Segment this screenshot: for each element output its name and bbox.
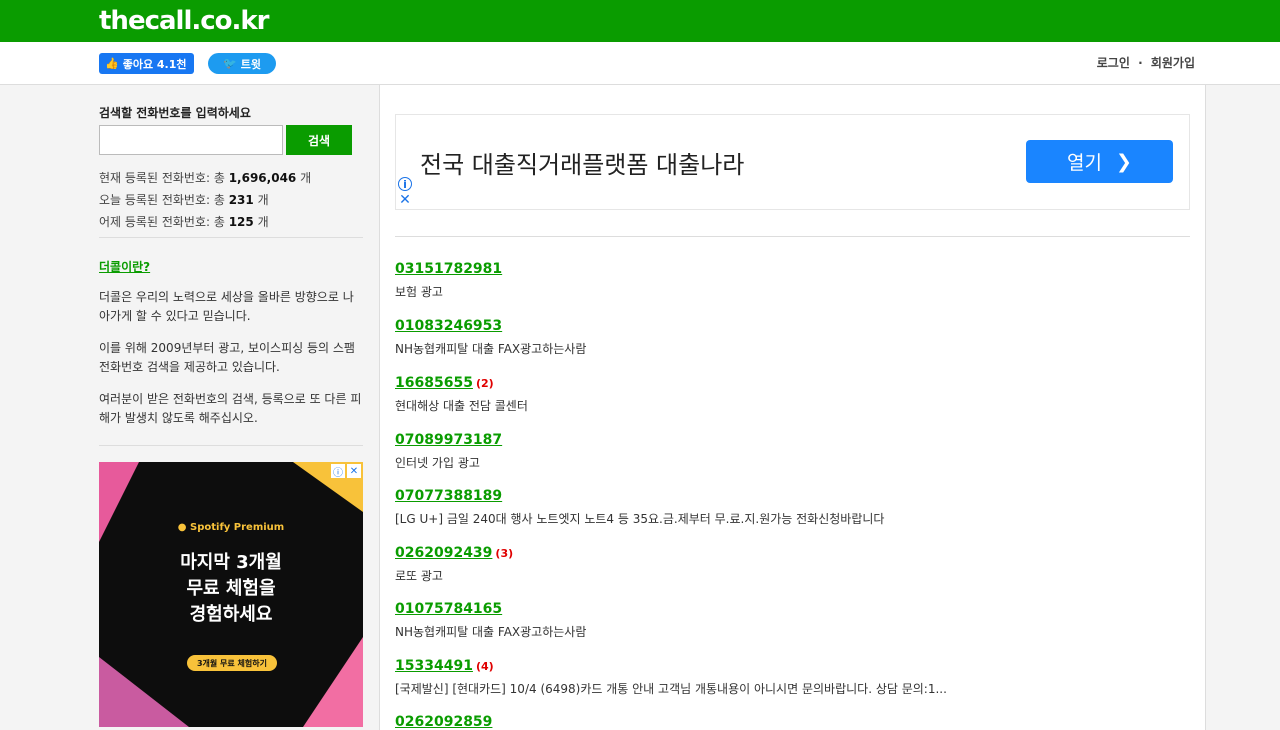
report-count: (4) bbox=[475, 660, 494, 673]
ad-cta-button[interactable]: 3개월 무료 체험하기 bbox=[187, 655, 277, 671]
auth-links: 로그인 · 회원가입 bbox=[1097, 54, 1195, 71]
phone-number-link[interactable]: 16685655 bbox=[395, 375, 473, 391]
stat-today-suffix: 개 bbox=[253, 193, 269, 207]
search-button[interactable]: 검색 bbox=[286, 125, 352, 155]
list-item: 03151782981 보험 광고 bbox=[395, 261, 1190, 300]
stat-yesterday-prefix: 어제 등록된 전화번호: 총 bbox=[99, 215, 229, 229]
entry-description: 보험 광고 bbox=[395, 285, 443, 299]
about-paragraph-2: 이를 위해 2009년부터 광고, 보이스피싱 등의 스팸 전화번호 검색을 제… bbox=[99, 341, 355, 374]
ad-decoration bbox=[303, 637, 363, 727]
phone-number-link[interactable]: 01083246953 bbox=[395, 318, 502, 334]
ad-close-icon[interactable]: ✕ bbox=[398, 192, 412, 208]
stat-total: 현재 등록된 전화번호: 총 1,696,046 개 bbox=[99, 169, 311, 186]
ad-info-icon[interactable]: i bbox=[398, 177, 412, 191]
entry-description: 현대해상 대출 전담 콜센터 bbox=[395, 399, 528, 413]
stat-yesterday: 어제 등록된 전화번호: 총 125 개 bbox=[99, 213, 269, 230]
phone-number-link[interactable]: 01075784165 bbox=[395, 601, 502, 617]
phone-number-link[interactable]: 03151782981 bbox=[395, 261, 502, 277]
like-label: 좋아요 4.1천 bbox=[122, 57, 187, 71]
ad-title: 전국 대출직거래플랫폼 대출나라 bbox=[420, 151, 745, 179]
auth-separator: · bbox=[1138, 56, 1143, 70]
spotify-icon: ● bbox=[177, 522, 187, 533]
phone-number-link[interactable]: 07077388189 bbox=[395, 488, 502, 504]
phone-number-link[interactable]: 0262092859 bbox=[395, 714, 492, 730]
report-count: (2) bbox=[475, 377, 494, 390]
top-ad-banner[interactable]: 전국 대출직거래플랫폼 대출나라 열기 ❯ i ✕ bbox=[395, 114, 1190, 210]
list-item: 15334491 (4) [국제발신] [현대카드] 10/4 (6498)카드 … bbox=[395, 658, 1190, 697]
sidebar-divider bbox=[99, 445, 363, 446]
ad-close-icon[interactable]: ✕ bbox=[347, 464, 361, 478]
facebook-like-button[interactable]: 👍 좋아요 4.1천 bbox=[99, 53, 194, 74]
main-content: 전국 대출직거래플랫폼 대출나라 열기 ❯ i ✕ 03151782981 보험… bbox=[380, 85, 1206, 730]
stat-total-value: 1,696,046 bbox=[228, 171, 297, 185]
ad-headline-line: 무료 체험을 bbox=[186, 578, 276, 599]
top-bar: thecall.co.kr bbox=[0, 0, 1280, 42]
entry-description: 로또 광고 bbox=[395, 569, 443, 583]
site-logo[interactable]: thecall.co.kr bbox=[99, 6, 269, 36]
signup-link[interactable]: 회원가입 bbox=[1151, 56, 1195, 70]
entry-description: [LG U+] 금일 240대 행사 노트엣지 노트4 등 35요.금.제부터 … bbox=[395, 512, 885, 526]
thumbs-up-icon: 👍 bbox=[105, 57, 119, 70]
social-bar: 👍 좋아요 4.1천 🐦 트윗 로그인 · 회원가입 bbox=[0, 42, 1280, 85]
ad-open-label: 열기 bbox=[1067, 152, 1103, 174]
sidebar-divider bbox=[99, 237, 363, 238]
stat-total-suffix: 개 bbox=[296, 171, 312, 185]
entry-description: 인터넷 가입 광고 bbox=[395, 456, 480, 470]
sidebar: 검색할 전화번호를 입력하세요 검색 현재 등록된 전화번호: 총 1,696,… bbox=[0, 85, 380, 730]
ad-headline-line: 경험하세요 bbox=[189, 604, 273, 625]
ad-open-button[interactable]: 열기 ❯ bbox=[1026, 140, 1173, 183]
list-item: 07077388189 [LG U+] 금일 240대 행사 노트엣지 노트4 … bbox=[395, 488, 1190, 527]
stat-total-prefix: 현재 등록된 전화번호: 총 bbox=[99, 171, 229, 185]
entry-description: NH농협캐피탈 대출 FAX광고하는사람 bbox=[395, 342, 587, 356]
tweet-button[interactable]: 🐦 트윗 bbox=[208, 53, 276, 74]
entry-description: [국제발신] [현대카드] 10/4 (6498)카드 개통 안내 고객님 개통… bbox=[395, 682, 947, 696]
about-link[interactable]: 더콜이란? bbox=[99, 258, 150, 275]
list-item: 01083246953 NH농협캐피탈 대출 FAX광고하는사람 bbox=[395, 318, 1190, 357]
report-count: (3) bbox=[495, 547, 514, 560]
content-divider bbox=[395, 236, 1190, 237]
list-item: 0262092439 (3) 로또 광고 bbox=[395, 545, 1190, 584]
twitter-bird-icon: 🐦 bbox=[223, 57, 237, 70]
stat-yesterday-value: 125 bbox=[228, 215, 254, 229]
chevron-right-icon: ❯ bbox=[1116, 150, 1132, 173]
about-paragraph-3: 여러분이 받은 전화번호의 검색, 등록으로 또 다른 피해가 발생치 않도록 … bbox=[99, 392, 362, 425]
list-item: 07089973187 인터넷 가입 광고 bbox=[395, 432, 1190, 471]
search-label: 검색할 전화번호를 입력하세요 bbox=[99, 106, 251, 120]
ad-brand: ● Spotify Premium bbox=[99, 522, 363, 533]
ad-info-icon[interactable]: ⓘ bbox=[331, 464, 345, 479]
stat-today-prefix: 오늘 등록된 전화번호: 총 bbox=[99, 193, 229, 207]
phone-number-link[interactable]: 0262092439 bbox=[395, 545, 492, 561]
stat-today-value: 231 bbox=[228, 193, 254, 207]
about-paragraph-1: 더콜은 우리의 노력으로 세상을 올바른 방향으로 나아가게 할 수 있다고 믿… bbox=[99, 290, 354, 323]
entry-description: NH농협캐피탈 대출 FAX광고하는사람 bbox=[395, 625, 587, 639]
ad-decoration bbox=[99, 657, 189, 727]
ad-brand-label: Spotify Premium bbox=[190, 522, 285, 533]
phone-number-link[interactable]: 15334491 bbox=[395, 658, 473, 674]
list-item: 16685655 (2) 현대해상 대출 전담 콜센터 bbox=[395, 375, 1190, 414]
sidebar-ad[interactable]: ⓘ ✕ ● Spotify Premium 마지막 3개월 무료 체험을 경험하… bbox=[99, 462, 363, 727]
ad-headline: 마지막 3개월 무료 체험을 경험하세요 bbox=[99, 550, 363, 628]
phone-number-link[interactable]: 07089973187 bbox=[395, 432, 502, 448]
stat-today: 오늘 등록된 전화번호: 총 231 개 bbox=[99, 191, 269, 208]
tweet-label: 트윗 bbox=[240, 57, 261, 71]
stat-yesterday-suffix: 개 bbox=[253, 215, 269, 229]
list-item: 01075784165 NH농협캐피탈 대출 FAX광고하는사람 bbox=[395, 601, 1190, 640]
phone-search-input[interactable] bbox=[99, 125, 283, 155]
ad-controls: ⓘ ✕ bbox=[331, 464, 361, 479]
login-link[interactable]: 로그인 bbox=[1097, 56, 1130, 70]
ad-headline-line: 마지막 3개월 bbox=[180, 552, 282, 573]
list-item: 0262092859 bbox=[395, 714, 1190, 730]
